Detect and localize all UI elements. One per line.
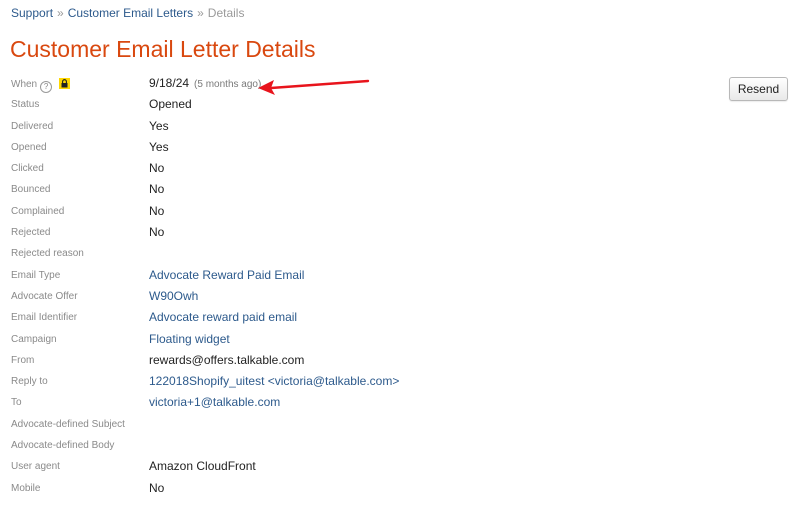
complained-value: No bbox=[149, 203, 165, 218]
campaign-label: Campaign bbox=[11, 333, 57, 345]
user-agent-value: Amazon CloudFront bbox=[149, 459, 256, 474]
bounced-value: No bbox=[149, 182, 165, 197]
detail-row-opened: Opened Yes bbox=[0, 138, 800, 159]
details-list: When? 9/18/24 (5 months ago) Status Opened… bbox=[0, 74, 800, 500]
breadcrumb-current: Details bbox=[207, 6, 245, 20]
detail-row-advocate-offer: Advocate Offer W90Owh bbox=[0, 287, 800, 308]
detail-row-to: To victoria+1@talkable.com bbox=[0, 393, 800, 414]
detail-row-clicked: Clicked No bbox=[0, 159, 800, 180]
when-date: 9/18/24 bbox=[149, 76, 190, 90]
detail-row-complained: Complained No bbox=[0, 202, 800, 223]
advocate-defined-subject-label: Advocate-defined Subject bbox=[11, 418, 125, 430]
help-icon[interactable]: ? bbox=[40, 81, 53, 93]
email-identifier-value[interactable]: Advocate reward paid email bbox=[149, 310, 297, 324]
rejected-value: No bbox=[149, 225, 165, 240]
when-label-text: When bbox=[11, 79, 38, 90]
to-label: To bbox=[11, 397, 22, 409]
detail-row-status: Status Opened bbox=[0, 95, 800, 116]
detail-row-email-identifier: Email Identifier Advocate reward paid ema… bbox=[0, 308, 800, 329]
annotation-arrow-icon bbox=[258, 79, 370, 95]
detail-row-bounced: Bounced No bbox=[0, 180, 800, 201]
email-identifier-label: Email Identifier bbox=[11, 312, 78, 324]
detail-row-advocate-defined-body: Advocate-defined Body bbox=[0, 436, 800, 457]
advocate-defined-body-label: Advocate-defined Body bbox=[11, 440, 115, 452]
lock-icon bbox=[59, 78, 71, 89]
user-agent-label: User agent bbox=[11, 461, 60, 473]
detail-row-mobile: Mobile No bbox=[0, 479, 800, 500]
rejected-reason-label: Rejected reason bbox=[11, 248, 84, 260]
detail-row-delivered: Delivered Yes bbox=[0, 117, 800, 138]
page-title: Customer Email Letter Details bbox=[10, 36, 316, 62]
detail-row-rejected: Rejected No bbox=[0, 223, 800, 244]
breadcrumb-separator: » bbox=[197, 6, 204, 20]
complained-label: Complained bbox=[11, 205, 65, 217]
mobile-value: No bbox=[149, 480, 165, 495]
to-value[interactable]: victoria+1@talkable.com bbox=[149, 395, 280, 409]
from-value: rewards@offers.talkable.com bbox=[149, 352, 305, 367]
status-value: Opened bbox=[149, 97, 192, 112]
campaign-value[interactable]: Floating widget bbox=[149, 332, 230, 346]
rejected-label: Rejected bbox=[11, 227, 51, 239]
detail-row-when: When? 9/18/24 (5 months ago) bbox=[0, 74, 800, 95]
detail-row-reply-to: Reply to 122018Shopify_uitest <victoria@t… bbox=[0, 372, 800, 393]
advocate-offer-value[interactable]: W90Owh bbox=[149, 289, 198, 303]
delivered-label: Delivered bbox=[11, 120, 54, 132]
breadcrumb-separator: » bbox=[57, 6, 64, 20]
breadcrumb-link-customer-email-letters[interactable]: Customer Email Letters bbox=[68, 6, 193, 20]
email-type-label: Email Type bbox=[11, 269, 61, 281]
detail-row-from: From rewards@offers.talkable.com bbox=[0, 351, 800, 372]
email-type-value[interactable]: Advocate Reward Paid Email bbox=[149, 268, 304, 282]
opened-value: Yes bbox=[149, 139, 169, 154]
when-label: When? bbox=[11, 78, 71, 93]
detail-row-advocate-defined-subject: Advocate-defined Subject bbox=[0, 415, 800, 436]
bounced-label: Bounced bbox=[11, 184, 51, 196]
breadcrumb: Support» Customer Email Letters» Details bbox=[11, 6, 244, 20]
mobile-label: Mobile bbox=[11, 482, 41, 494]
status-label: Status bbox=[11, 99, 40, 111]
detail-row-email-type: Email Type Advocate Reward Paid Email bbox=[0, 266, 800, 287]
detail-row-campaign: Campaign Floating widget bbox=[0, 330, 800, 351]
advocate-offer-label: Advocate Offer bbox=[11, 290, 78, 302]
when-relative: (5 months ago) bbox=[194, 79, 262, 90]
when-value: 9/18/24 (5 months ago) bbox=[149, 76, 261, 90]
detail-row-rejected-reason: Rejected reason bbox=[0, 244, 800, 265]
reply-to-label: Reply to bbox=[11, 376, 48, 388]
clicked-value: No bbox=[149, 161, 165, 176]
breadcrumb-link-support[interactable]: Support bbox=[11, 6, 53, 20]
from-label: From bbox=[11, 354, 35, 366]
opened-label: Opened bbox=[11, 141, 47, 153]
delivered-value: Yes bbox=[149, 118, 169, 133]
clicked-label: Clicked bbox=[11, 163, 44, 175]
detail-row-user-agent: User agent Amazon CloudFront bbox=[0, 457, 800, 478]
reply-to-value[interactable]: 122018Shopify_uitest <victoria@talkable.… bbox=[149, 374, 399, 388]
